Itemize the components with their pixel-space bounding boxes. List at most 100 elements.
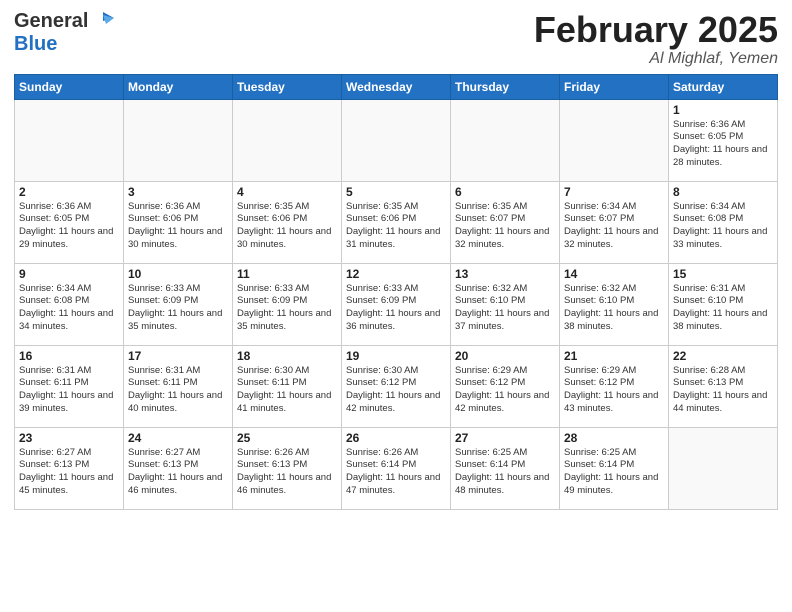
day-number: 6: [455, 185, 555, 199]
header-sunday: Sunday: [15, 74, 124, 99]
day-info: Sunrise: 6:35 AM Sunset: 6:06 PM Dayligh…: [237, 201, 337, 252]
day-number: 22: [673, 349, 773, 363]
calendar-cell: 11 Sunrise: 6:33 AM Sunset: 6:09 PM Dayli…: [233, 263, 342, 345]
day-info: Sunrise: 6:28 AM Sunset: 6:13 PM Dayligh…: [673, 365, 773, 416]
calendar-cell: 27 Sunrise: 6:25 AM Sunset: 6:14 PM Dayli…: [451, 427, 560, 509]
day-number: 1: [673, 103, 773, 117]
day-number: 24: [128, 431, 228, 445]
calendar-title: February 2025: [534, 10, 778, 50]
page: General Blue February 2025 Al Mighlaf, Y…: [0, 0, 792, 612]
calendar-cell: 13 Sunrise: 6:32 AM Sunset: 6:10 PM Dayli…: [451, 263, 560, 345]
header-wednesday: Wednesday: [342, 74, 451, 99]
calendar-cell: 20 Sunrise: 6:29 AM Sunset: 6:12 PM Dayli…: [451, 345, 560, 427]
calendar-cell: [233, 99, 342, 181]
day-info: Sunrise: 6:26 AM Sunset: 6:13 PM Dayligh…: [237, 447, 337, 498]
calendar-cell: 16Sunrise: 6:31 AM Sunset: 6:11 PM Dayli…: [15, 345, 124, 427]
header-tuesday: Tuesday: [233, 74, 342, 99]
calendar-cell: 26 Sunrise: 6:26 AM Sunset: 6:14 PM Dayli…: [342, 427, 451, 509]
day-info: Sunrise: 6:31 AM Sunset: 6:10 PM Dayligh…: [673, 283, 773, 334]
day-number: 28: [564, 431, 664, 445]
calendar-cell: 6 Sunrise: 6:35 AM Sunset: 6:07 PM Daylig…: [451, 181, 560, 263]
calendar-table: Sunday Monday Tuesday Wednesday Thursday…: [14, 74, 778, 510]
title-block: February 2025 Al Mighlaf, Yemen: [534, 10, 778, 68]
day-info: Sunrise: 6:25 AM Sunset: 6:14 PM Dayligh…: [564, 447, 664, 498]
calendar-cell: 10 Sunrise: 6:33 AM Sunset: 6:09 PM Dayli…: [124, 263, 233, 345]
calendar-week-3: 9Sunrise: 6:34 AM Sunset: 6:08 PM Daylig…: [15, 263, 778, 345]
day-number: 14: [564, 267, 664, 281]
day-info: Sunrise: 6:29 AM Sunset: 6:12 PM Dayligh…: [564, 365, 664, 416]
day-info: Sunrise: 6:27 AM Sunset: 6:13 PM Dayligh…: [19, 447, 119, 498]
calendar-cell: 7 Sunrise: 6:34 AM Sunset: 6:07 PM Daylig…: [560, 181, 669, 263]
day-info: Sunrise: 6:32 AM Sunset: 6:10 PM Dayligh…: [455, 283, 555, 334]
day-number: 13: [455, 267, 555, 281]
calendar-week-2: 2Sunrise: 6:36 AM Sunset: 6:05 PM Daylig…: [15, 181, 778, 263]
day-info: Sunrise: 6:25 AM Sunset: 6:14 PM Dayligh…: [455, 447, 555, 498]
day-info: Sunrise: 6:30 AM Sunset: 6:12 PM Dayligh…: [346, 365, 446, 416]
calendar-cell: [342, 99, 451, 181]
day-info: Sunrise: 6:36 AM Sunset: 6:06 PM Dayligh…: [128, 201, 228, 252]
calendar-cell: [15, 99, 124, 181]
day-number: 8: [673, 185, 773, 199]
calendar-cell: [451, 99, 560, 181]
logo-blue-text: Blue: [14, 33, 57, 55]
day-info: Sunrise: 6:34 AM Sunset: 6:07 PM Dayligh…: [564, 201, 664, 252]
header-friday: Friday: [560, 74, 669, 99]
calendar-cell: 5 Sunrise: 6:35 AM Sunset: 6:06 PM Daylig…: [342, 181, 451, 263]
day-number: 19: [346, 349, 446, 363]
day-info: Sunrise: 6:29 AM Sunset: 6:12 PM Dayligh…: [455, 365, 555, 416]
day-info: Sunrise: 6:27 AM Sunset: 6:13 PM Dayligh…: [128, 447, 228, 498]
day-info: Sunrise: 6:32 AM Sunset: 6:10 PM Dayligh…: [564, 283, 664, 334]
logo-bird-icon: [92, 10, 114, 32]
calendar-cell: 25Sunrise: 6:26 AM Sunset: 6:13 PM Dayli…: [233, 427, 342, 509]
calendar-cell: 18Sunrise: 6:30 AM Sunset: 6:11 PM Dayli…: [233, 345, 342, 427]
day-info: Sunrise: 6:33 AM Sunset: 6:09 PM Dayligh…: [346, 283, 446, 334]
day-number: 20: [455, 349, 555, 363]
calendar-week-1: 1 Sunrise: 6:36 AM Sunset: 6:05 PM Daylig…: [15, 99, 778, 181]
day-number: 2: [19, 185, 119, 199]
day-number: 11: [237, 267, 337, 281]
day-info: Sunrise: 6:33 AM Sunset: 6:09 PM Dayligh…: [128, 283, 228, 334]
day-number: 10: [128, 267, 228, 281]
day-info: Sunrise: 6:34 AM Sunset: 6:08 PM Dayligh…: [19, 283, 119, 334]
day-info: Sunrise: 6:35 AM Sunset: 6:06 PM Dayligh…: [346, 201, 446, 252]
calendar-cell: [669, 427, 778, 509]
day-info: Sunrise: 6:33 AM Sunset: 6:09 PM Dayligh…: [237, 283, 337, 334]
calendar-cell: 4 Sunrise: 6:35 AM Sunset: 6:06 PM Daylig…: [233, 181, 342, 263]
calendar-cell: 15Sunrise: 6:31 AM Sunset: 6:10 PM Dayli…: [669, 263, 778, 345]
day-number: 16: [19, 349, 119, 363]
day-number: 3: [128, 185, 228, 199]
day-number: 21: [564, 349, 664, 363]
header-monday: Monday: [124, 74, 233, 99]
header-thursday: Thursday: [451, 74, 560, 99]
day-number: 23: [19, 431, 119, 445]
calendar-cell: 12 Sunrise: 6:33 AM Sunset: 6:09 PM Dayli…: [342, 263, 451, 345]
calendar-cell: 19 Sunrise: 6:30 AM Sunset: 6:12 PM Dayli…: [342, 345, 451, 427]
logo: General Blue: [14, 10, 114, 56]
day-number: 26: [346, 431, 446, 445]
calendar-cell: 17Sunrise: 6:31 AM Sunset: 6:11 PM Dayli…: [124, 345, 233, 427]
day-info: Sunrise: 6:30 AM Sunset: 6:11 PM Dayligh…: [237, 365, 337, 416]
day-info: Sunrise: 6:35 AM Sunset: 6:07 PM Dayligh…: [455, 201, 555, 252]
calendar-cell: 1 Sunrise: 6:36 AM Sunset: 6:05 PM Daylig…: [669, 99, 778, 181]
logo-general-text: General: [14, 10, 88, 33]
day-number: 12: [346, 267, 446, 281]
day-number: 7: [564, 185, 664, 199]
calendar-cell: 14 Sunrise: 6:32 AM Sunset: 6:10 PM Dayli…: [560, 263, 669, 345]
day-number: 27: [455, 431, 555, 445]
day-number: 4: [237, 185, 337, 199]
calendar-cell: 22 Sunrise: 6:28 AM Sunset: 6:13 PM Dayli…: [669, 345, 778, 427]
calendar-cell: 21 Sunrise: 6:29 AM Sunset: 6:12 PM Dayli…: [560, 345, 669, 427]
calendar-cell: 3 Sunrise: 6:36 AM Sunset: 6:06 PM Daylig…: [124, 181, 233, 263]
calendar-cell: 2Sunrise: 6:36 AM Sunset: 6:05 PM Daylig…: [15, 181, 124, 263]
header-saturday: Saturday: [669, 74, 778, 99]
calendar-cell: 28 Sunrise: 6:25 AM Sunset: 6:14 PM Dayli…: [560, 427, 669, 509]
day-info: Sunrise: 6:36 AM Sunset: 6:05 PM Dayligh…: [673, 119, 773, 170]
calendar-cell: 24 Sunrise: 6:27 AM Sunset: 6:13 PM Dayli…: [124, 427, 233, 509]
calendar-week-5: 23 Sunrise: 6:27 AM Sunset: 6:13 PM Dayli…: [15, 427, 778, 509]
day-number: 5: [346, 185, 446, 199]
calendar-location: Al Mighlaf, Yemen: [534, 50, 778, 68]
calendar-cell: [124, 99, 233, 181]
day-info: Sunrise: 6:26 AM Sunset: 6:14 PM Dayligh…: [346, 447, 446, 498]
calendar-cell: [560, 99, 669, 181]
calendar-week-4: 16Sunrise: 6:31 AM Sunset: 6:11 PM Dayli…: [15, 345, 778, 427]
